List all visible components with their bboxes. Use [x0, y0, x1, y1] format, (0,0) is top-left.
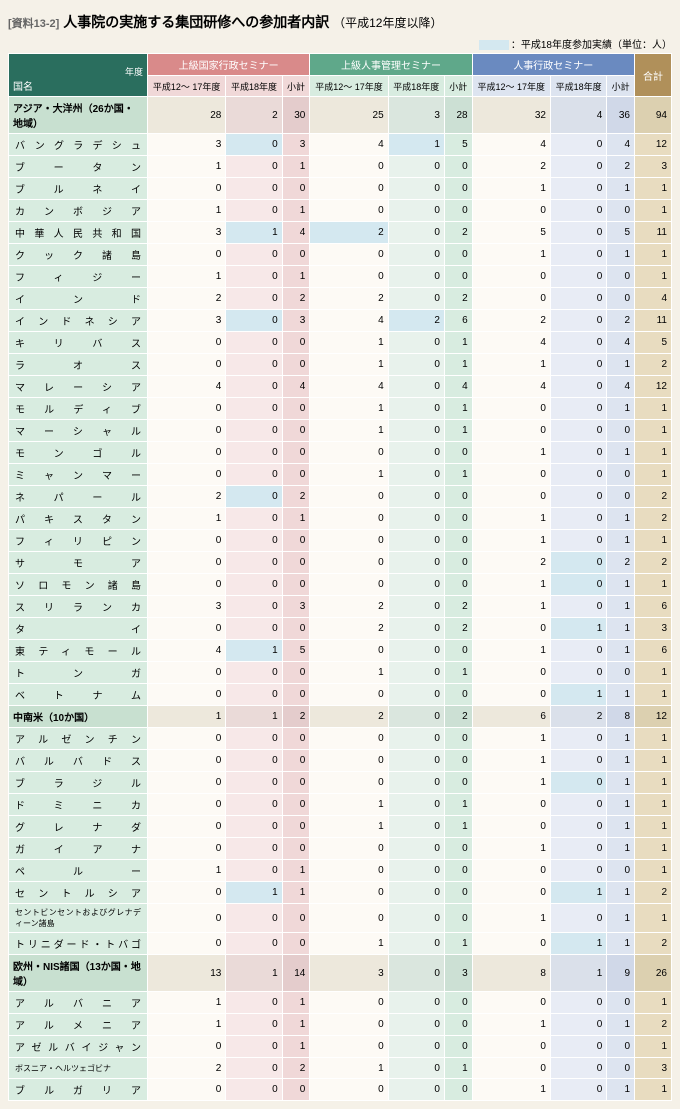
country-name: ソロモン諸島	[9, 574, 148, 596]
country-name: マレーシア	[9, 376, 148, 398]
table-row: グレナダ0001010011	[9, 816, 672, 838]
country-name: サモア	[9, 552, 148, 574]
col-total: 合計	[635, 54, 672, 97]
country-name: セントビンセントおよびグレナディーン諸島	[9, 904, 148, 933]
table-row: ドミニカ0001010011	[9, 794, 672, 816]
country-name: ボスニア・ヘルツェゴビナ	[9, 1058, 148, 1079]
country-name: ガイアナ	[9, 838, 148, 860]
country-name: モンゴル	[9, 442, 148, 464]
country-name: ミャンマー	[9, 464, 148, 486]
table-row: モルディブ0001010011	[9, 398, 672, 420]
table-row: 中南米（10か国）11220262812	[9, 706, 672, 728]
data-table: 年度国名 上級国家行政セミナー 上級人事管理セミナー 人事行政セミナー 合計 平…	[8, 53, 672, 1101]
table-row: サモア0000002022	[9, 552, 672, 574]
table-row: ボスニア・ヘルツェゴビナ2021010003	[9, 1058, 672, 1079]
col-seminar1: 上級国家行政セミナー	[148, 54, 310, 76]
country-name: フィジー	[9, 266, 148, 288]
table-row: バングラデシュ30341540412	[9, 134, 672, 156]
country-name: 中華人民共和国	[9, 222, 148, 244]
country-name: ネパール	[9, 486, 148, 508]
table-row: ソロモン諸島0000001011	[9, 574, 672, 596]
table-row: フィジー1010000001	[9, 266, 672, 288]
table-row: ブータン1010002023	[9, 156, 672, 178]
country-name: グレナダ	[9, 816, 148, 838]
table-row: スリランカ3032021016	[9, 596, 672, 618]
table-row: ミャンマー0001010001	[9, 464, 672, 486]
country-name: ブルガリア	[9, 1079, 148, 1101]
table-row: インド2022020004	[9, 288, 672, 310]
table-row: ラオス0001011012	[9, 354, 672, 376]
col-country: 年度国名	[9, 54, 148, 97]
table-row: ブラジル0000001011	[9, 772, 672, 794]
table-row: モンゴル0000001011	[9, 442, 672, 464]
country-name: マーシャル	[9, 420, 148, 442]
table-row: ベトナム0000000111	[9, 684, 672, 706]
legend-text: ：平成18年度参加実績（単位：人）	[511, 40, 672, 51]
table-row: キリバス0001014045	[9, 332, 672, 354]
legend-swatch	[479, 40, 509, 50]
table-row: アルメニア1010001012	[9, 1014, 672, 1036]
table-row: ブルネイ0000001011	[9, 178, 672, 200]
doc-tag: [資料13-2]	[8, 18, 59, 30]
country-name: セントルシア	[9, 882, 148, 904]
country-name: アジア・大洋州（26か国・地域）	[9, 97, 148, 134]
country-name: 東ティモール	[9, 640, 148, 662]
table-row: ブルガリア0000001011	[9, 1079, 672, 1101]
table-row: ネパール2020000002	[9, 486, 672, 508]
table-row: マレーシア40440440412	[9, 376, 672, 398]
country-name: バングラデシュ	[9, 134, 148, 156]
table-row: アジア・大洋州（26か国・地域）28230253283243694	[9, 97, 672, 134]
country-name: 欧州・NIS諸国（13か国・地域）	[9, 955, 148, 992]
doc-title: 人事院の実施する集団研修への参加者内訳	[63, 14, 329, 30]
country-name: ブルネイ	[9, 178, 148, 200]
country-name: ベトナム	[9, 684, 148, 706]
table-row: 中華人民共和国31420250511	[9, 222, 672, 244]
table-row: トンガ0001010001	[9, 662, 672, 684]
table-row: トリニダード・トバゴ0001010112	[9, 933, 672, 955]
table-row: パキスタン1010001012	[9, 508, 672, 530]
table-row: タイ0002020113	[9, 618, 672, 640]
country-name: アルゼンチン	[9, 728, 148, 750]
col-seminar2: 上級人事管理セミナー	[310, 54, 472, 76]
table-row: アルゼンチン0000001011	[9, 728, 672, 750]
country-name: ペルー	[9, 860, 148, 882]
table-row: バルバドス0000001011	[9, 750, 672, 772]
table-row: カンボジア1010000001	[9, 200, 672, 222]
table-row: クック諸島0000001011	[9, 244, 672, 266]
country-name: アルバニア	[9, 992, 148, 1014]
country-name: クック諸島	[9, 244, 148, 266]
table-row: アゼルバイジャン0010000001	[9, 1036, 672, 1058]
table-row: インドネシア30342620211	[9, 310, 672, 332]
table-row: 東ティモール4150001016	[9, 640, 672, 662]
table-row: フィリピン0000001011	[9, 530, 672, 552]
country-name: タイ	[9, 618, 148, 640]
table-row: ペルー1010000001	[9, 860, 672, 882]
country-name: アゼルバイジャン	[9, 1036, 148, 1058]
country-name: ドミニカ	[9, 794, 148, 816]
country-name: 中南米（10か国）	[9, 706, 148, 728]
country-name: パキスタン	[9, 508, 148, 530]
doc-subtitle: （平成12年度以降）	[333, 16, 442, 30]
table-row: アルバニア1010000001	[9, 992, 672, 1014]
country-name: ラオス	[9, 354, 148, 376]
table-row: ガイアナ0000001011	[9, 838, 672, 860]
table-row: 欧州・NIS諸国（13か国・地域）1311430381926	[9, 955, 672, 992]
country-name: トリニダード・トバゴ	[9, 933, 148, 955]
country-name: モルディブ	[9, 398, 148, 420]
country-name: スリランカ	[9, 596, 148, 618]
country-name: キリバス	[9, 332, 148, 354]
table-row: セントビンセントおよびグレナディーン諸島0000001011	[9, 904, 672, 933]
country-name: バルバドス	[9, 750, 148, 772]
table-row: マーシャル0001010001	[9, 420, 672, 442]
country-name: ブラジル	[9, 772, 148, 794]
country-name: フィリピン	[9, 530, 148, 552]
country-name: カンボジア	[9, 200, 148, 222]
table-row: セントルシア0110000112	[9, 882, 672, 904]
country-name: トンガ	[9, 662, 148, 684]
country-name: インド	[9, 288, 148, 310]
country-name: インドネシア	[9, 310, 148, 332]
country-name: ブータン	[9, 156, 148, 178]
country-name: アルメニア	[9, 1014, 148, 1036]
col-seminar3: 人事行政セミナー	[472, 54, 634, 76]
